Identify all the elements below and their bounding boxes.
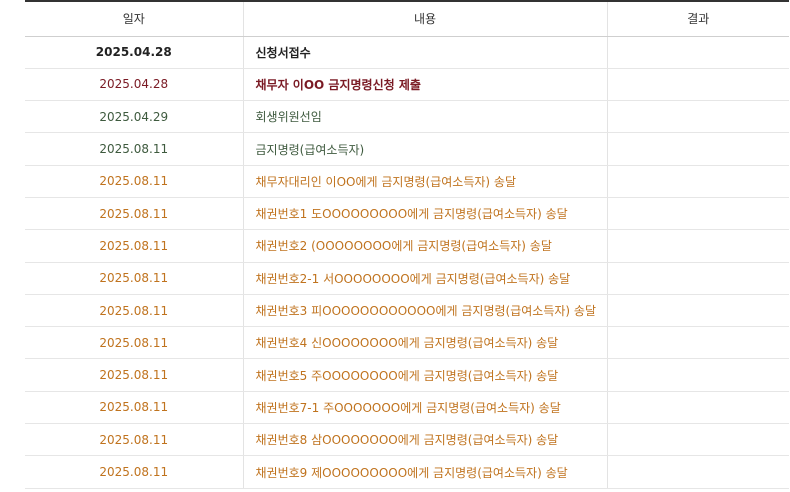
row-content: 채권번호9 제OOOOOOOOO에게 금지명령(급여소득자) 송달 xyxy=(242,455,607,489)
row-result xyxy=(606,229,789,263)
row-result xyxy=(606,100,789,134)
table-row: 2025.08.11 채권번호1 도OOOOOOOOO에게 금지명령(급여소득자)… xyxy=(25,197,789,231)
row-content: 채무자대리인 이OO에게 금지명령(급여소득자) 송달 xyxy=(242,165,607,198)
row-result xyxy=(606,68,789,102)
row-content: 채권번호5 주OOOOOOOO에게 금지명령(급여소득자) 송달 xyxy=(242,358,607,392)
row-content: 채권번호4 신OOOOOOOO에게 금지명령(급여소득자) 송달 xyxy=(242,326,607,360)
row-result xyxy=(606,326,789,360)
table-row: 2025.08.11 채권번호2 (OOOOOOOO에게 금지명령(급여소득자) … xyxy=(25,229,789,263)
row-content: 채무자 이OO 금지명령신청 제출 xyxy=(242,68,607,102)
row-date: 2025.08.11 xyxy=(25,391,243,425)
table-body: 2025.04.28 신청서접수 2025.04.28 채무자 이OO 금지명령신청 … xyxy=(25,36,789,489)
row-content: 채권번호2 (OOOOOOOO에게 금지명령(급여소득자) 송달 xyxy=(242,229,607,263)
row-content: 채권번호3 피OOOOOOOOOOOO에게 금지명령(급여소득자) 송달 xyxy=(242,294,607,328)
row-date: 2025.08.11 xyxy=(25,358,243,392)
row-date: 2025.08.11 xyxy=(25,132,243,166)
row-date: 2025.08.11 xyxy=(25,423,243,457)
row-date: 2025.04.29 xyxy=(25,100,243,134)
table-row: 2025.08.11 채권번호4 신OOOOOOOO에게 금지명령(급여소득자) … xyxy=(25,326,789,360)
table-row: 2025.08.11 채권번호5 주OOOOOOOO에게 금지명령(급여소득자) … xyxy=(25,358,789,392)
row-date: 2025.08.11 xyxy=(25,197,243,231)
column-header-date: 일자 xyxy=(25,0,243,37)
row-content: 채권번호8 삼OOOOOOOO에게 금지명령(급여소득자) 송달 xyxy=(242,423,607,457)
column-header-result: 결과 xyxy=(606,0,789,37)
table-header-row: 일자 내용 결과 xyxy=(25,0,789,37)
row-content: 신청서접수 xyxy=(242,36,607,69)
row-content: 채권번호7-1 주OOOOOOO에게 금지명령(급여소득자) 송달 xyxy=(242,391,607,425)
table-row: 2025.04.28 채무자 이OO 금지명령신청 제출 xyxy=(25,68,789,102)
table-row: 2025.08.11 금지명령(급여소득자) xyxy=(25,132,789,166)
row-date: 2025.08.11 xyxy=(25,294,243,328)
row-date: 2025.08.11 xyxy=(25,326,243,360)
row-date: 2025.08.11 xyxy=(25,262,243,295)
column-header-content: 내용 xyxy=(242,0,607,37)
case-progress-table-container: 일자 내용 결과 2025.04.28 신청서접수 2025.04.28 채무자 이O… xyxy=(25,0,789,489)
row-date: 2025.04.28 xyxy=(25,68,243,102)
row-result xyxy=(606,262,789,295)
table-row: 2025.08.11 채권번호7-1 주OOOOOOO에게 금지명령(급여소득자)… xyxy=(25,391,789,425)
table-row: 2025.08.11 채권번호8 삼OOOOOOOO에게 금지명령(급여소득자) … xyxy=(25,423,789,457)
row-content: 채권번호1 도OOOOOOOOO에게 금지명령(급여소득자) 송달 xyxy=(242,197,607,231)
row-date: 2025.08.11 xyxy=(25,229,243,263)
case-progress-table: 일자 내용 결과 2025.04.28 신청서접수 2025.04.28 채무자 이O… xyxy=(25,0,789,489)
row-content: 회생위원선임 xyxy=(242,100,607,134)
table-row: 2025.08.11 채권번호9 제OOOOOOOOO에게 금지명령(급여소득자)… xyxy=(25,455,789,489)
row-content: 금지명령(급여소득자) xyxy=(242,132,607,166)
row-date: 2025.08.11 xyxy=(25,165,243,198)
row-result xyxy=(606,36,789,69)
row-result xyxy=(606,132,789,166)
row-date: 2025.04.28 xyxy=(25,36,243,69)
table-row: 2025.08.11 채무자대리인 이OO에게 금지명령(급여소득자) 송달 xyxy=(25,165,789,198)
row-result xyxy=(606,423,789,457)
table-header: 일자 내용 결과 xyxy=(25,0,789,37)
row-result xyxy=(606,197,789,231)
row-date: 2025.08.11 xyxy=(25,455,243,489)
row-result xyxy=(606,391,789,425)
row-result xyxy=(606,294,789,328)
row-result xyxy=(606,455,789,489)
row-content: 채권번호2-1 서OOOOOOOO에게 금지명령(급여소득자) 송달 xyxy=(242,262,607,295)
table-row: 2025.08.11 채권번호2-1 서OOOOOOOO에게 금지명령(급여소득자… xyxy=(25,262,789,295)
row-result xyxy=(606,358,789,392)
row-result xyxy=(606,165,789,198)
table-row: 2025.04.29 회생위원선임 xyxy=(25,100,789,134)
table-row: 2025.08.11 채권번호3 피OOOOOOOOOOOO에게 금지명령(급여소… xyxy=(25,294,789,328)
table-row: 2025.04.28 신청서접수 xyxy=(25,36,789,69)
